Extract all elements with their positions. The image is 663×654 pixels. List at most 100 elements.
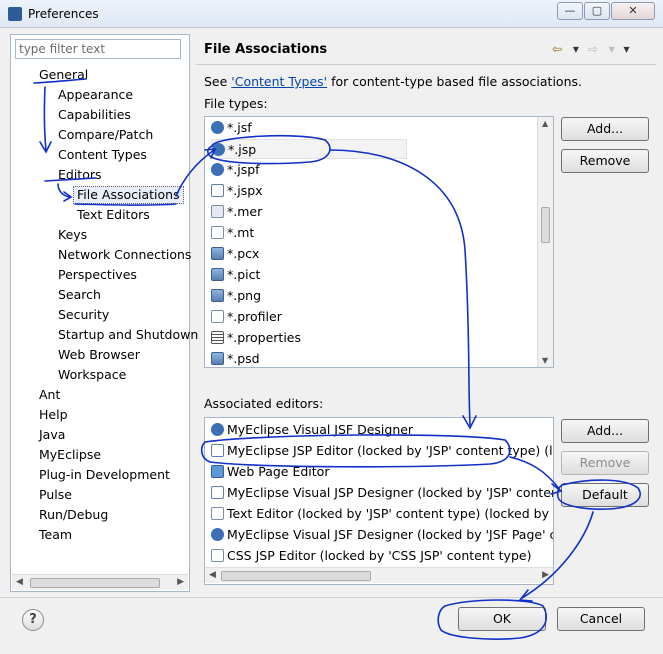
file-types-list[interactable]: ▲ ▼ *.jsf *.jsp *.jspf *.jspx *.mer *.mt *.pcx…	[204, 116, 554, 368]
img-file-icon	[211, 247, 224, 260]
jsf-file-icon	[212, 143, 225, 156]
tree-item-general[interactable]: General	[39, 66, 88, 84]
editor-label: Text Editor (locked by 'JSP' content typ…	[227, 506, 554, 521]
jsf-file-icon	[211, 163, 224, 176]
tree-item-search[interactable]: Search	[58, 286, 101, 304]
tree-item-file-associations[interactable]: File Associations	[73, 186, 184, 204]
file-type-label: *.mt	[227, 225, 255, 240]
hint-prefix: See	[204, 74, 232, 89]
editor-row[interactable]: MyEclipse Visual JSP Designer (locked by…	[211, 483, 553, 503]
tree-item-network-connections[interactable]: Network Connections	[58, 246, 191, 264]
file-types-label: File types:	[204, 96, 268, 111]
tree-item-java[interactable]: Java	[39, 426, 65, 444]
tree-item-editors[interactable]: Editors	[58, 166, 102, 184]
editor-row[interactable]: MyEclipse Visual JSF Designer	[211, 420, 413, 440]
file-types-scrollbar[interactable]: ▲ ▼	[537, 117, 553, 367]
scroll-left-icon[interactable]: ◀	[209, 570, 216, 580]
file-type-label: *.profiler	[227, 309, 282, 324]
app-icon	[8, 7, 22, 21]
scroll-down-icon[interactable]: ▼	[542, 356, 548, 365]
tree-item-keys[interactable]: Keys	[58, 226, 87, 244]
file-type-row[interactable]: *.mt	[211, 223, 254, 243]
add-editor-button[interactable]: Add...	[561, 419, 649, 443]
img-file-icon	[211, 289, 224, 302]
editors-horizontal-scrollbar[interactable]: ◀ ▶	[205, 567, 553, 583]
back-menu-icon[interactable]: ▾	[573, 42, 579, 56]
tree-item-myeclipse[interactable]: MyEclipse	[39, 446, 101, 464]
file-type-row[interactable]: *.pict	[211, 265, 260, 285]
page-title: File Associations	[204, 42, 328, 57]
jsp-file-icon	[211, 184, 224, 197]
tree-item-capabilities[interactable]: Capabilities	[58, 106, 131, 124]
tree-item-help[interactable]: Help	[39, 406, 68, 424]
editor-row[interactable]: CSS JSP Editor (locked by 'CSS JSP' cont…	[211, 546, 531, 566]
file-type-row[interactable]: *.psd	[211, 349, 260, 367]
tree-item-web-browser[interactable]: Web Browser	[58, 346, 140, 364]
file-type-label: *.jsf	[227, 120, 252, 135]
jsp-file-icon	[211, 444, 224, 457]
file-type-label: *.jspx	[227, 183, 263, 198]
file-type-row[interactable]: *.profiler	[211, 307, 282, 327]
file-type-row[interactable]: *.jsp	[211, 139, 407, 159]
view-menu-icon[interactable]: ▾	[624, 42, 630, 56]
default-editor-button[interactable]: Default	[561, 483, 649, 507]
scroll-up-icon[interactable]: ▲	[542, 119, 548, 128]
header-divider	[196, 64, 656, 65]
tree-item-content-types[interactable]: Content Types	[58, 146, 147, 164]
tree-item-run-debug[interactable]: Run/Debug	[39, 506, 108, 524]
file-type-row[interactable]: *.jsf	[211, 118, 252, 138]
editor-row[interactable]: Text Editor (locked by 'JSP' content typ…	[211, 504, 554, 524]
editor-label: Web Page Editor	[227, 464, 330, 479]
tree-item-pulse[interactable]: Pulse	[39, 486, 72, 504]
editor-row[interactable]: Web Page Editor	[211, 462, 329, 482]
maximize-button[interactable]: ▢	[584, 2, 610, 20]
tree-item-workspace[interactable]: Workspace	[58, 366, 126, 384]
scroll-thumb[interactable]	[221, 571, 371, 581]
tree-item-ant[interactable]: Ant	[39, 386, 60, 404]
minimize-button[interactable]: —	[557, 2, 583, 20]
tree-item-plug-in-development[interactable]: Plug-in Development	[39, 466, 170, 484]
associated-editors-label: Associated editors:	[204, 396, 324, 411]
window-title: Preferences	[28, 7, 99, 21]
web-file-icon	[211, 465, 224, 478]
help-button[interactable]: ?	[22, 609, 44, 631]
img-file-icon	[211, 268, 224, 281]
add-file-type-button[interactable]: Add...	[561, 117, 649, 141]
filter-input[interactable]	[15, 39, 181, 59]
file-type-row[interactable]: *.png	[211, 286, 261, 306]
associated-editors-list[interactable]: ◀ ▶ MyEclipse Visual JSF Designer MyEclip…	[204, 417, 554, 585]
remove-editor-button[interactable]: Remove	[561, 451, 649, 475]
scroll-right-icon[interactable]: ▶	[542, 570, 549, 580]
forward-arrow-icon[interactable]: ⇨	[588, 42, 598, 56]
file-type-row[interactable]: *.jspf	[211, 160, 260, 180]
remove-file-type-button[interactable]: Remove	[561, 149, 649, 173]
tree-item-security[interactable]: Security	[58, 306, 109, 324]
scroll-left-icon[interactable]: ◀	[16, 577, 23, 587]
scroll-thumb[interactable]	[541, 207, 550, 243]
tree-item-perspectives[interactable]: Perspectives	[58, 266, 137, 284]
forward-menu-icon[interactable]: ▾	[609, 42, 615, 56]
tree-horizontal-scrollbar[interactable]: ◀ ▶	[12, 574, 188, 590]
preferences-tree-panel: General Appearance Capabilities Compare/Pat…	[10, 34, 198, 592]
tree-item-team[interactable]: Team	[39, 526, 72, 544]
hint-suffix: for content-type based file associations…	[327, 74, 582, 89]
content-types-link[interactable]: 'Content Types'	[231, 74, 327, 89]
tree-item-compare-patch[interactable]: Compare/Patch	[58, 126, 153, 144]
scroll-right-icon[interactable]: ▶	[177, 577, 184, 587]
file-type-label: *.mer	[227, 204, 263, 219]
file-type-row[interactable]: *.jspx	[211, 181, 263, 201]
file-type-row[interactable]: *.properties	[211, 328, 301, 348]
scroll-thumb[interactable]	[30, 578, 160, 588]
file-type-label: *.psd	[227, 351, 260, 366]
file-type-row[interactable]: *.pcx	[211, 244, 259, 264]
ok-button[interactable]: OK	[458, 607, 546, 631]
tree-item-startup-and-shutdown[interactable]: Startup and Shutdown	[58, 326, 198, 344]
tree-item-appearance[interactable]: Appearance	[58, 86, 133, 104]
editor-row[interactable]: MyEclipse JSP Editor (locked by 'JSP' co…	[211, 441, 553, 461]
editor-row[interactable]: MyEclipse Visual JSF Designer (locked by…	[211, 525, 553, 545]
close-button[interactable]: ✕	[611, 2, 655, 20]
tree-item-text-editors[interactable]: Text Editors	[77, 206, 150, 224]
cancel-button[interactable]: Cancel	[557, 607, 645, 631]
file-type-row[interactable]: *.mer	[211, 202, 262, 222]
back-arrow-icon[interactable]: ⇦	[552, 42, 562, 56]
